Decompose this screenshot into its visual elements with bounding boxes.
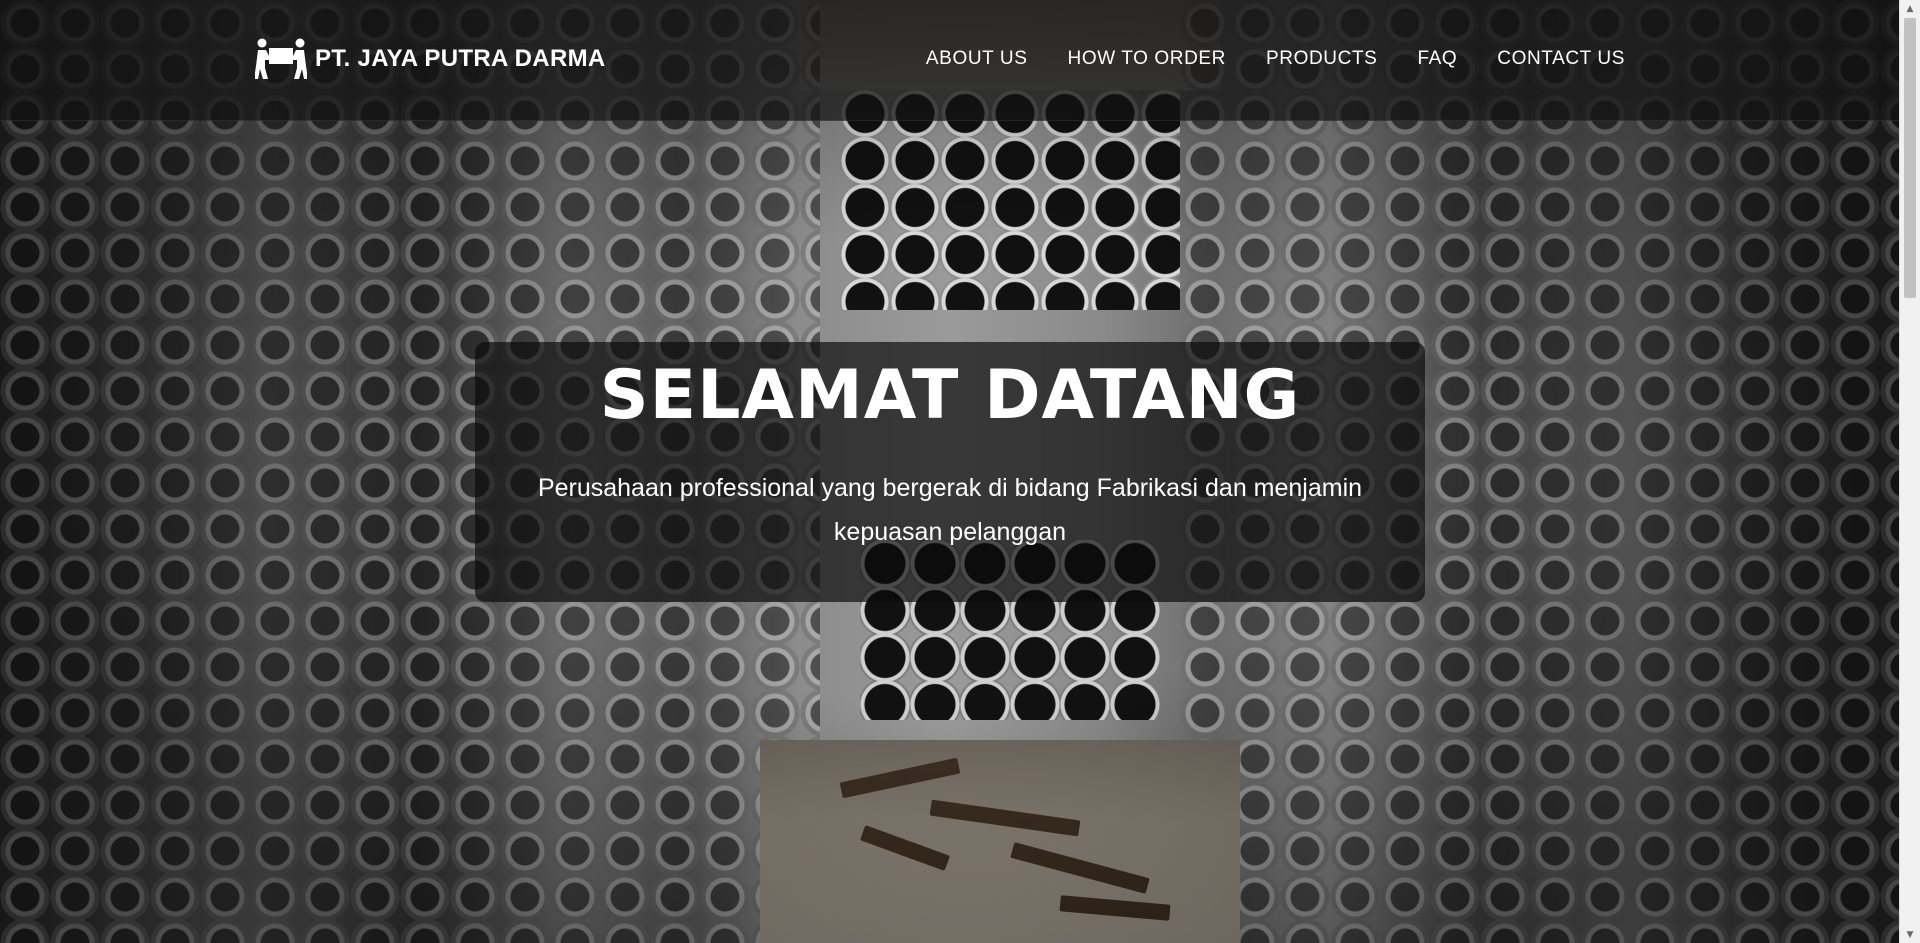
welcome-card: SELAMAT DATANG Perusahaan professional y… [475,342,1425,602]
brand-name: PT. JAYA PUTRA DARMA [315,45,606,72]
page-scrollbar[interactable]: ▲ ▼ [1899,0,1920,943]
top-navbar: PT. JAYA PUTRA DARMA ABOUT US HOW TO ORD… [0,0,1900,121]
scroll-down-icon[interactable]: ▼ [1900,926,1920,943]
brand-link[interactable]: PT. JAYA PUTRA DARMA [255,38,606,80]
nav-link-contact-us[interactable]: CONTACT US [1497,48,1625,70]
nav-link-how-to-order[interactable]: HOW TO ORDER [1068,48,1227,70]
scrollbar-thumb[interactable] [1904,18,1916,298]
nav-link-about-us[interactable]: ABOUT US [926,48,1028,70]
welcome-title: SELAMAT DATANG [599,356,1301,435]
page-viewport: PT. JAYA PUTRA DARMA ABOUT US HOW TO ORD… [0,0,1920,943]
nav-menu: ABOUT US HOW TO ORDER PRODUCTS FAQ CONTA… [926,48,1625,70]
nav-link-products[interactable]: PRODUCTS [1266,48,1377,70]
welcome-subtitle: Perusahaan professional yang bergerak di… [537,474,1363,546]
nav-link-faq[interactable]: FAQ [1417,48,1457,70]
people-carrying-box-icon [255,38,307,79]
scroll-up-icon[interactable]: ▲ [1900,0,1920,17]
